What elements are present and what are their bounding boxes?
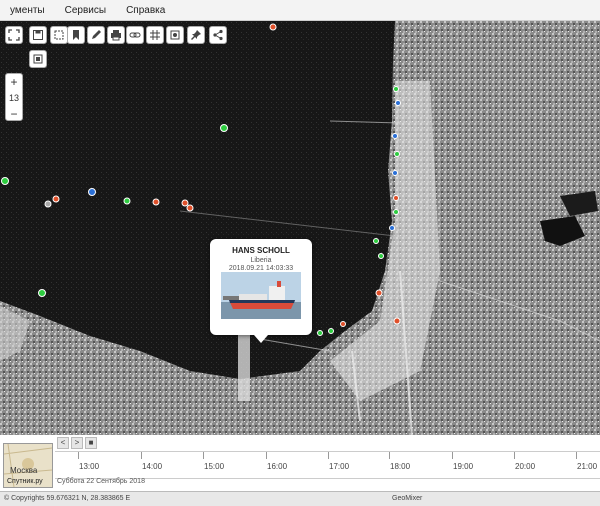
vessel-marker[interactable] <box>393 195 399 201</box>
zoom-in-button[interactable]: + <box>6 74 22 90</box>
print-icon <box>111 30 121 41</box>
vessel-marker[interactable] <box>1 177 9 185</box>
save-icon <box>33 30 43 40</box>
print-button[interactable] <box>107 26 125 44</box>
vessel-marker[interactable] <box>394 151 400 157</box>
vessel-marker[interactable] <box>88 188 96 196</box>
status-footer: © Copyrights 59.676321 N, 28.383865 E Ge… <box>0 491 600 506</box>
grid-button[interactable] <box>146 26 164 44</box>
share-button[interactable] <box>209 26 227 44</box>
vessel-marker[interactable] <box>392 170 398 176</box>
vessel-marker[interactable] <box>186 204 194 212</box>
vessel-marker[interactable] <box>392 133 398 139</box>
vessel-marker[interactable] <box>378 253 384 259</box>
vessel-marker[interactable] <box>269 23 277 31</box>
pin-button[interactable] <box>187 26 205 44</box>
vessel-marker[interactable] <box>123 197 131 205</box>
timeline-prev-button[interactable]: < <box>57 437 69 449</box>
zoom-out-button[interactable]: − <box>6 106 22 122</box>
timeline-hour-label: 14:00 <box>142 462 163 471</box>
crop-icon <box>54 30 64 40</box>
vessel-markers-layer <box>1 23 401 336</box>
pin-icon <box>191 30 201 40</box>
fullscreen-button[interactable] <box>5 26 23 44</box>
timeline-hour-label: 15:00 <box>204 462 225 471</box>
save-button[interactable] <box>29 26 47 44</box>
coordinates-readout: © Copyrights 59.676321 N, 28.383865 E <box>4 495 131 502</box>
timeline-hour-label: 16:00 <box>267 462 288 471</box>
menu-item-services[interactable]: Сервисы <box>55 5 116 16</box>
expand-icon <box>33 54 43 64</box>
layers-button[interactable] <box>166 26 184 44</box>
menu-item-help[interactable]: Справка <box>116 5 175 16</box>
zoom-control: + 13 − <box>5 73 23 121</box>
geomixer-logo: GeoMixer <box>392 495 423 502</box>
vessel-marker[interactable] <box>389 225 395 231</box>
timeline-hour-label: 19:00 <box>453 462 474 471</box>
layers-icon <box>170 30 180 40</box>
fullscreen-icon <box>8 29 20 41</box>
vessel-name: HANS SCHOLL <box>232 246 290 255</box>
vessel-marker[interactable] <box>393 317 401 325</box>
vessel-marker[interactable] <box>152 198 160 206</box>
vessel-marker[interactable] <box>393 209 399 215</box>
timeline-save-button[interactable]: ■ <box>85 437 97 449</box>
vessel-popup: HANS SCHOLL Liberia 2018.09.21 14:03:33 <box>210 239 312 343</box>
draw-button[interactable] <box>87 26 105 44</box>
bookmark-icon <box>73 30 79 40</box>
minimap-city: Москва <box>10 466 38 475</box>
bookmark-button[interactable] <box>67 26 85 44</box>
timeline-hours[interactable]: 13:00 14:00 15:00 16:00 17:00 18:00 19:0… <box>55 451 600 479</box>
vessel-marker[interactable] <box>181 199 189 207</box>
map-view[interactable]: + 13 − HANS SCHOLL Liberia 2018.09.21 14… <box>0 21 600 435</box>
timeline-hour-label: 18:00 <box>390 462 411 471</box>
vessel-marker[interactable] <box>220 124 228 132</box>
vessel-photo <box>221 272 301 319</box>
vessel-marker[interactable] <box>38 289 46 297</box>
minimap-source: Спутник.ру <box>7 478 43 485</box>
menu-bar: ументы Сервисы Справка <box>0 0 600 21</box>
vessel-marker[interactable] <box>340 321 346 327</box>
link-button[interactable] <box>126 26 144 44</box>
vessel-marker[interactable] <box>328 328 334 334</box>
timeline-hour-label: 17:00 <box>329 462 350 471</box>
vessel-flag: Liberia <box>250 257 272 264</box>
menu-item-documents[interactable]: ументы <box>0 5 55 16</box>
timeline-nav: < > ■ <box>57 437 97 449</box>
vessel-marker[interactable] <box>44 200 52 208</box>
vessel-timestamp: 2018.09.21 14:03:33 <box>228 265 294 272</box>
timeline-hour-label: 20:00 <box>515 462 536 471</box>
grid-icon <box>150 30 160 40</box>
vessel-marker[interactable] <box>317 330 323 336</box>
vessel-marker[interactable] <box>52 195 60 203</box>
zoom-level: 13 <box>8 93 19 103</box>
vessel-marker[interactable] <box>373 238 379 244</box>
minimap-toggle-button[interactable] <box>29 50 47 68</box>
vessel-marker[interactable] <box>395 100 401 106</box>
timeline-date: Суббота 22 Сентябрь 2018 <box>57 478 145 485</box>
basemap-switcher[interactable]: Москва Спутник.ру <box>3 443 53 488</box>
timeline-hour-label: 21:00 <box>577 462 598 471</box>
vessel-marker[interactable] <box>393 86 399 92</box>
crop-button[interactable] <box>50 26 68 44</box>
timeline-panel: < > ■ 13:00 14:00 15:00 16:00 17:00 18:0… <box>0 435 600 491</box>
timeline-next-button[interactable]: > <box>71 437 83 449</box>
timeline-hour-label: 13:00 <box>79 462 100 471</box>
vessel-marker[interactable] <box>375 289 383 297</box>
link-icon <box>129 32 141 38</box>
share-icon <box>213 29 223 41</box>
pencil-icon <box>92 30 101 39</box>
